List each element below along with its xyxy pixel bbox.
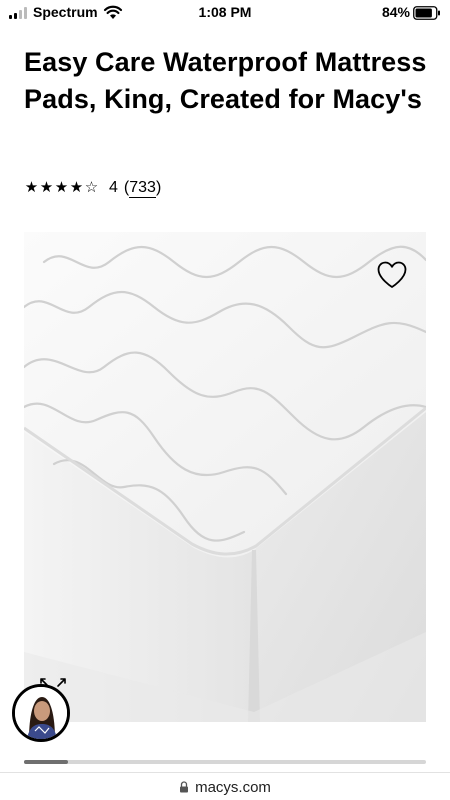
star-icon-filled: ★ bbox=[24, 179, 39, 196]
avatar[interactable] bbox=[12, 684, 70, 742]
lock-icon bbox=[180, 781, 189, 793]
status-bar: Spectrum 1:08 PM 84% bbox=[0, 0, 450, 26]
battery-percentage: 84% bbox=[381, 4, 410, 20]
wishlist-heart-icon[interactable] bbox=[376, 260, 408, 290]
star-icon-empty: ☆ bbox=[84, 179, 99, 196]
battery-icon bbox=[413, 6, 440, 20]
rating-value: 4 bbox=[109, 179, 118, 196]
url-text: macys.com bbox=[195, 778, 271, 796]
avatar-photo bbox=[15, 687, 67, 739]
review-count-close-paren: ) bbox=[155, 179, 162, 196]
mattress-pad-photo bbox=[24, 232, 426, 722]
star-icon-filled: ★ bbox=[54, 179, 69, 196]
image-carousel-progress[interactable] bbox=[24, 760, 426, 764]
browser-url-bar[interactable]: macys.com bbox=[0, 776, 450, 798]
product-image[interactable] bbox=[24, 232, 426, 722]
star-icon-filled: ★ bbox=[39, 179, 54, 196]
image-carousel-progress-fill bbox=[24, 760, 69, 764]
product-title: Easy Care Waterproof Mattress Pads, King… bbox=[24, 47, 427, 114]
star-rating: ★ ★ ★ ★ ☆ bbox=[24, 178, 99, 198]
review-count-link[interactable]: 733 bbox=[129, 179, 156, 198]
url-bar-divider bbox=[0, 772, 450, 773]
star-icon-filled: ★ bbox=[69, 179, 84, 196]
product-rating[interactable]: ★ ★ ★ ★ ☆ 4 ( 733 ) bbox=[24, 177, 161, 199]
